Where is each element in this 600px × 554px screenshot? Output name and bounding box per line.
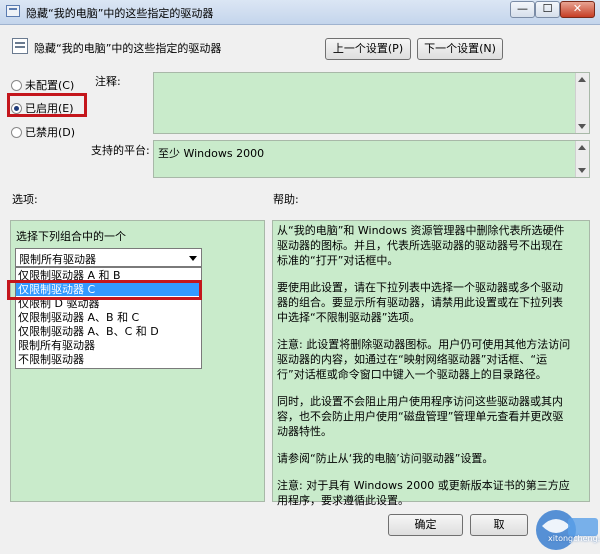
watermark-logo xyxy=(536,510,598,550)
dropdown-item[interactable]: 不限制驱动器 xyxy=(16,353,201,366)
help-paragraph: 注意: 此设置将删除驱动器图标。用户仍可使用其他方法访问驱动器的内容，如通过在“… xyxy=(277,338,571,381)
dropdown-item[interactable]: 仅限制驱动器 A、B 和 C xyxy=(16,311,201,324)
scroll-down-icon[interactable] xyxy=(578,168,586,173)
window-title: 隐藏“我的电脑”中的这些指定的驱动器 xyxy=(26,7,214,20)
platform-field: 至少 Windows 2000 xyxy=(153,140,590,178)
options-panel: 选择下列组合中的一个 限制所有驱动器 仅限制驱动器 A 和 B 仅限制驱动器 C… xyxy=(10,220,265,502)
help-paragraph: 要使用此设置，请在下拉列表中选择一个驱动器或多个驱动器的组合。要显示所有驱动器，… xyxy=(277,281,563,324)
next-setting-button[interactable]: 下一个设置(N) xyxy=(417,38,503,60)
watermark-text: xitongcheng.cc xyxy=(548,534,600,543)
radio-circle xyxy=(11,126,22,138)
highlight-drive-c-annotation xyxy=(7,280,202,300)
radio-not-configured[interactable]: 未配置(C) xyxy=(11,77,74,93)
policy-title: 隐藏“我的电脑”中的这些指定的驱动器 xyxy=(34,42,222,55)
dropdown-item[interactable]: 仅限制驱动器 A、B、C 和 D xyxy=(16,325,201,338)
title-bar: 隐藏“我的电脑”中的这些指定的驱动器 — ☐ ✕ xyxy=(0,0,600,25)
ok-button[interactable]: 确定 xyxy=(388,514,463,536)
platform-value: 至少 Windows 2000 xyxy=(158,147,265,160)
help-text: 从“我的电脑”和 Windows 资源管理器中删除代表所选硬件驱动器的图标。并且… xyxy=(277,223,571,520)
combo-value: 限制所有驱动器 xyxy=(19,253,96,266)
policy-editor-icon xyxy=(6,5,20,17)
platform-scrollbar[interactable] xyxy=(575,141,589,177)
drive-combo-box[interactable]: 限制所有驱动器 xyxy=(15,248,202,267)
help-paragraph: 注意: 对于具有 Windows 2000 或更新版本证书的第三方应用程序，要求… xyxy=(277,479,570,507)
comment-textarea[interactable] xyxy=(153,72,590,134)
policy-setting-icon xyxy=(12,38,28,54)
options-prompt: 选择下列组合中的一个 xyxy=(16,230,126,243)
previous-setting-button[interactable]: 上一个设置(P) xyxy=(325,38,411,60)
radio-label: 已禁用(D) xyxy=(25,126,76,139)
close-button[interactable]: ✕ xyxy=(560,1,595,18)
help-panel: 从“我的电脑”和 Windows 资源管理器中删除代表所选硬件驱动器的图标。并且… xyxy=(272,220,590,507)
comment-scrollbar[interactable] xyxy=(575,73,589,133)
radio-disabled[interactable]: 已禁用(D) xyxy=(11,124,75,140)
radio-label: 未配置(C) xyxy=(25,79,75,92)
chevron-down-icon[interactable] xyxy=(189,256,197,261)
radio-circle xyxy=(11,79,22,91)
minimize-button[interactable]: — xyxy=(510,1,535,18)
dropdown-item[interactable]: 限制所有驱动器 xyxy=(16,339,201,352)
options-label: 选项: xyxy=(12,193,38,206)
help-paragraph: 同时，此设置不会阻止用户使用程序访问这些驱动器或其内容，也不会防止用户使用“磁盘… xyxy=(277,395,564,438)
maximize-button[interactable]: ☐ xyxy=(535,1,560,18)
highlight-enabled-annotation xyxy=(7,93,87,117)
help-paragraph: 从“我的电脑”和 Windows 资源管理器中删除代表所选硬件驱动器的图标。并且… xyxy=(277,224,565,267)
scroll-down-icon[interactable] xyxy=(578,124,586,129)
help-label: 帮助: xyxy=(273,193,299,206)
platform-label: 支持的平台: xyxy=(91,144,150,157)
help-paragraph: 请参阅“防止从‘我的电脑’访问驱动器”设置。 xyxy=(277,452,494,465)
cancel-button[interactable]: 取 xyxy=(470,514,528,536)
scroll-up-icon[interactable] xyxy=(578,77,586,82)
scroll-up-icon[interactable] xyxy=(578,145,586,150)
comment-label: 注释: xyxy=(95,75,121,88)
